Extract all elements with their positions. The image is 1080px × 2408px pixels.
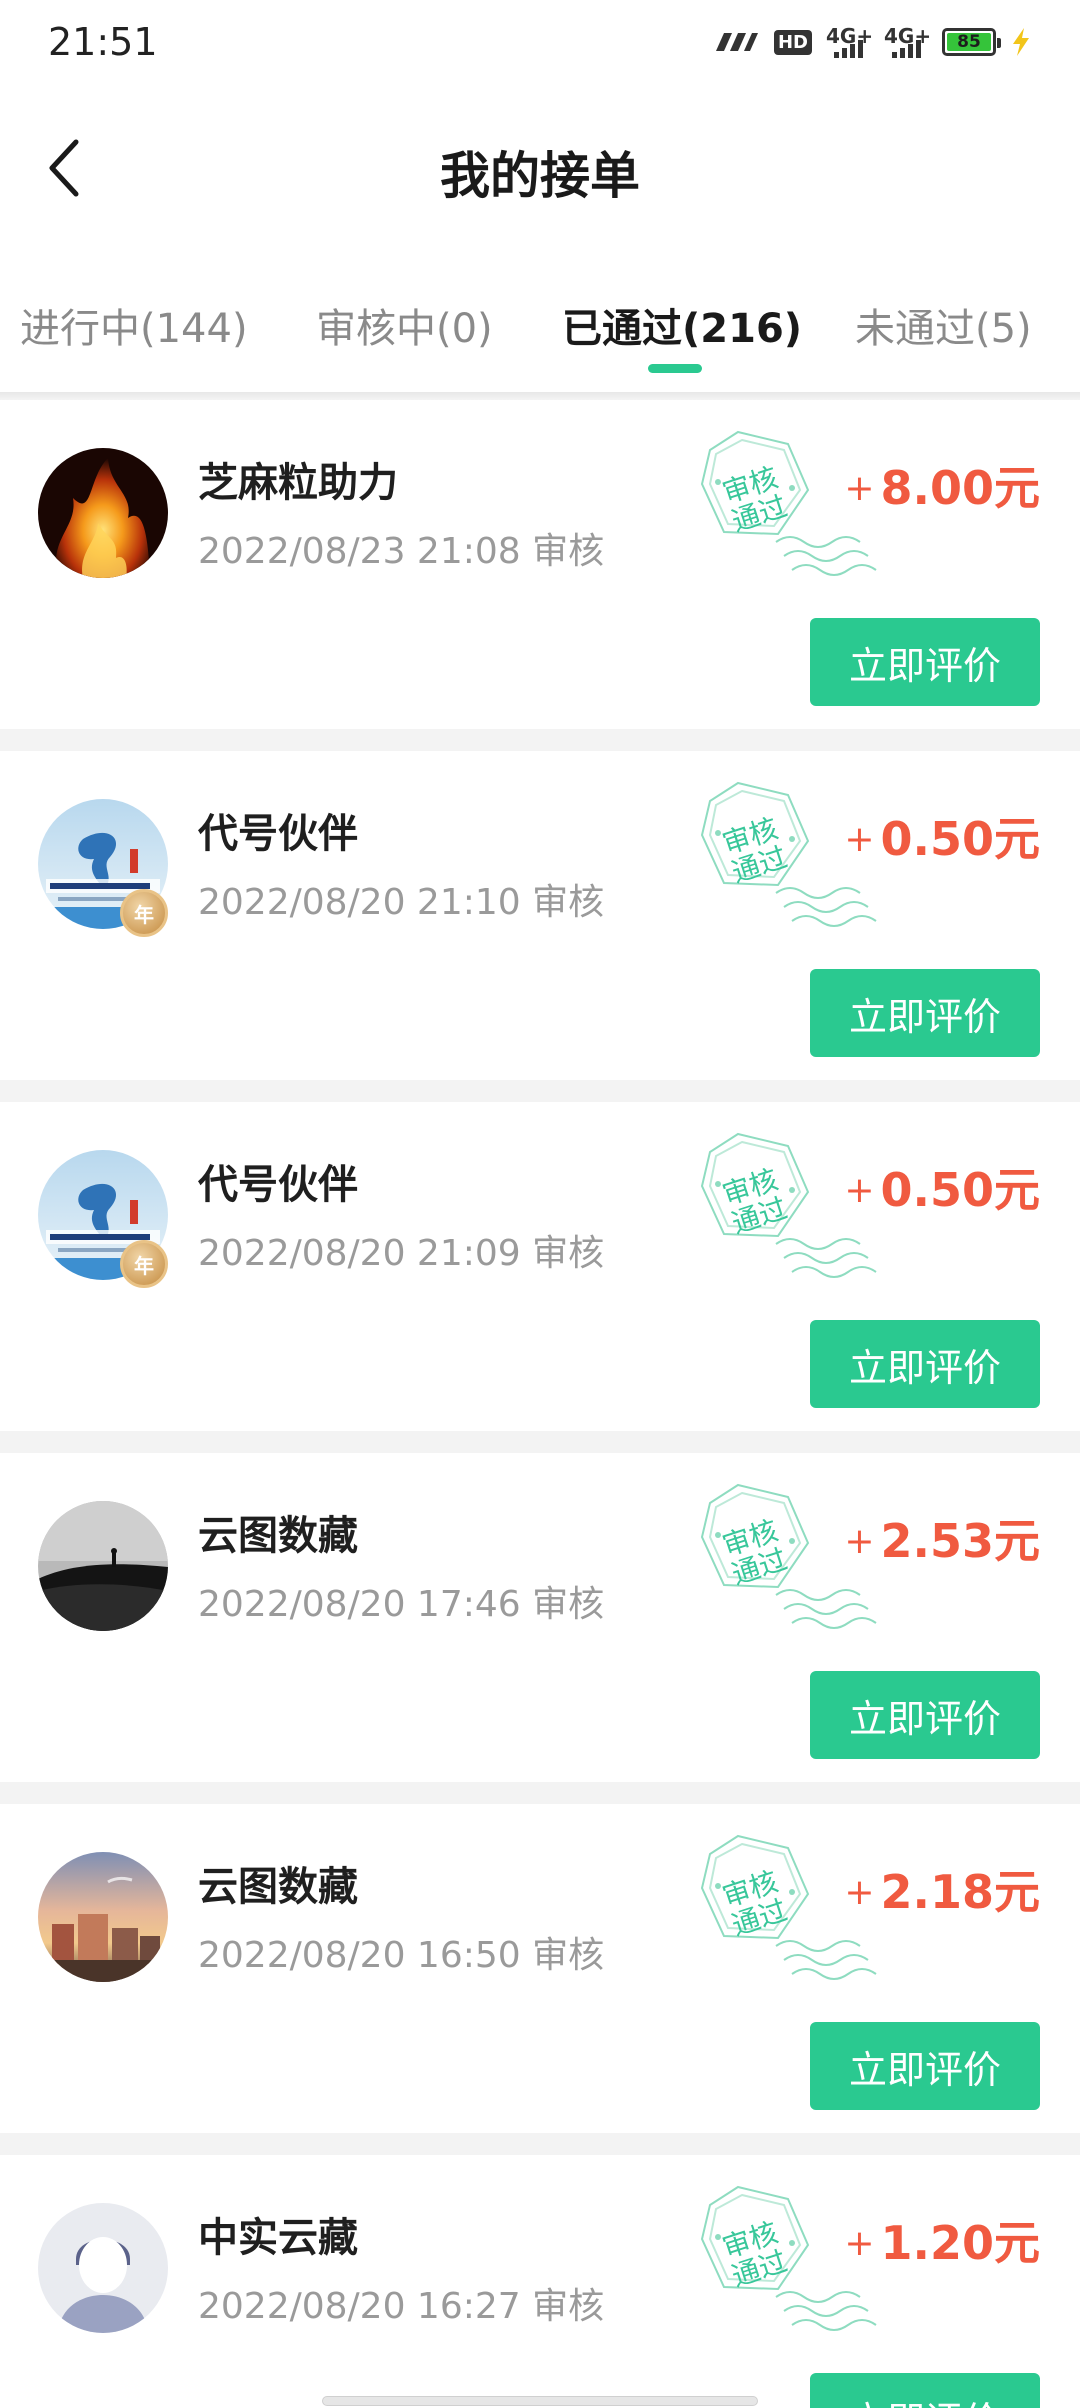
order-card[interactable]: 中实云藏 2022/08/20 16:27 审核 审核 通过 +1.20元 立即…: [0, 2155, 1080, 2408]
tab-rejected[interactable]: 未通过(5): [855, 296, 1032, 354]
reward-amount: +1.20元: [844, 2207, 1040, 2273]
reward-amount: +2.53元: [844, 1505, 1040, 1571]
avatar: [38, 448, 168, 578]
plus-sign: +: [844, 819, 875, 860]
rate-now-button[interactable]: 立即评价: [810, 618, 1040, 706]
rate-now-button[interactable]: 立即评价: [810, 1320, 1040, 1408]
rate-now-button[interactable]: 立即评价: [810, 1671, 1040, 1759]
default-user-avatar-image: [38, 2203, 168, 2333]
order-card[interactable]: 云图数藏 2022/08/20 16:50 审核 审核 通过 +2.18元 立即…: [0, 1804, 1080, 2155]
review-time: 2022/08/20 16:27 审核: [198, 2286, 605, 2327]
page: 21:51 HD 4G+ 4G+ 85 我的接单 进行中(144) 审核中(0)…: [0, 0, 1080, 2408]
header: 我的接单: [0, 100, 1080, 240]
tab-under-review[interactable]: 审核中(0): [316, 296, 493, 354]
status-icons: HD 4G+ 4G+ 85: [710, 22, 1032, 62]
avatar: [38, 2203, 168, 2333]
flame-avatar-image: [38, 448, 168, 578]
reward-amount: +2.18元: [844, 1856, 1040, 1922]
plus-sign: +: [844, 1872, 875, 1913]
reward-amount: +8.00元: [844, 452, 1040, 518]
annual-member-badge: 年: [120, 1240, 168, 1288]
merchant-name: 云图数藏: [198, 1864, 358, 1910]
order-card[interactable]: 代号伙伴 2022/08/20 21:10 审核 审核 通过 +0.50元 立即…: [0, 751, 1080, 1102]
home-indicator[interactable]: [322, 2396, 758, 2406]
signal-icon: 4G+: [884, 24, 931, 60]
order-card[interactable]: 芝麻粒助力 2022/08/23 21:08 审核 审核 通过 +8.00元 立…: [0, 400, 1080, 751]
plus-sign: +: [844, 468, 875, 509]
status-bar: 21:51 HD 4G+ 4G+ 85: [0, 0, 1080, 84]
merchant-name: 中实云藏: [198, 2215, 358, 2261]
tab-bar: 进行中(144) 审核中(0) 已通过(216) 未通过(5): [0, 282, 1080, 392]
review-time: 2022/08/23 21:08 审核: [198, 531, 605, 572]
amount-value: 0.50元: [880, 1163, 1041, 1217]
amount-value: 2.18元: [880, 1865, 1041, 1919]
charging-bolt-icon: [1013, 28, 1029, 56]
divider: [0, 392, 1080, 400]
amount-value: 2.53元: [880, 1514, 1041, 1568]
reward-amount: +0.50元: [844, 803, 1040, 869]
amount-value: 1.20元: [880, 2216, 1041, 2270]
tab-indicator: [648, 364, 702, 373]
review-time: 2022/08/20 17:46 审核: [198, 1584, 605, 1625]
order-card[interactable]: 云图数藏 2022/08/20 17:46 审核 审核 通过 +2.53元 立即…: [0, 1453, 1080, 1804]
status-time: 21:51: [48, 20, 158, 64]
rate-now-button[interactable]: 立即评价: [810, 969, 1040, 1057]
rate-now-button[interactable]: 立即评价: [810, 2373, 1040, 2408]
hd-icon: HD: [773, 29, 812, 55]
order-card[interactable]: 代号伙伴 2022/08/20 21:09 审核 审核 通过 +0.50元 立即…: [0, 1102, 1080, 1453]
merchant-name: 云图数藏: [198, 1513, 358, 1559]
plus-sign: +: [844, 2223, 875, 2264]
review-time: 2022/08/20 21:09 审核: [198, 1233, 605, 1274]
avatar: [38, 1501, 168, 1631]
plus-sign: +: [844, 1170, 875, 1211]
avatar: [38, 1852, 168, 1982]
desert-avatar-image: [38, 1501, 168, 1631]
sunset-avatar-image: [38, 1852, 168, 1982]
tab-in-progress[interactable]: 进行中(144): [20, 296, 248, 354]
order-list: 芝麻粒助力 2022/08/23 21:08 审核 审核 通过 +8.00元 立…: [0, 400, 1080, 2408]
merchant-name: 代号伙伴: [198, 1162, 358, 1208]
page-title: 我的接单: [440, 147, 640, 205]
amount-value: 0.50元: [880, 812, 1041, 866]
rate-now-button[interactable]: 立即评价: [810, 2022, 1040, 2110]
battery-icon: 85: [942, 28, 1001, 56]
tab-approved[interactable]: 已通过(216): [562, 296, 802, 354]
reward-amount: +0.50元: [844, 1154, 1040, 1220]
merchant-name: 芝麻粒助力: [198, 460, 398, 506]
amount-value: 8.00元: [880, 461, 1041, 515]
review-time: 2022/08/20 16:50 审核: [198, 1935, 605, 1976]
merchant-name: 代号伙伴: [198, 811, 358, 857]
plus-sign: +: [844, 1521, 875, 1562]
network-speed-icon: [715, 33, 758, 51]
battery-level: 85: [947, 32, 991, 52]
annual-member-badge: 年: [120, 889, 168, 937]
signal-icon: 4G+: [826, 24, 873, 60]
review-time: 2022/08/20 21:10 审核: [198, 882, 605, 923]
